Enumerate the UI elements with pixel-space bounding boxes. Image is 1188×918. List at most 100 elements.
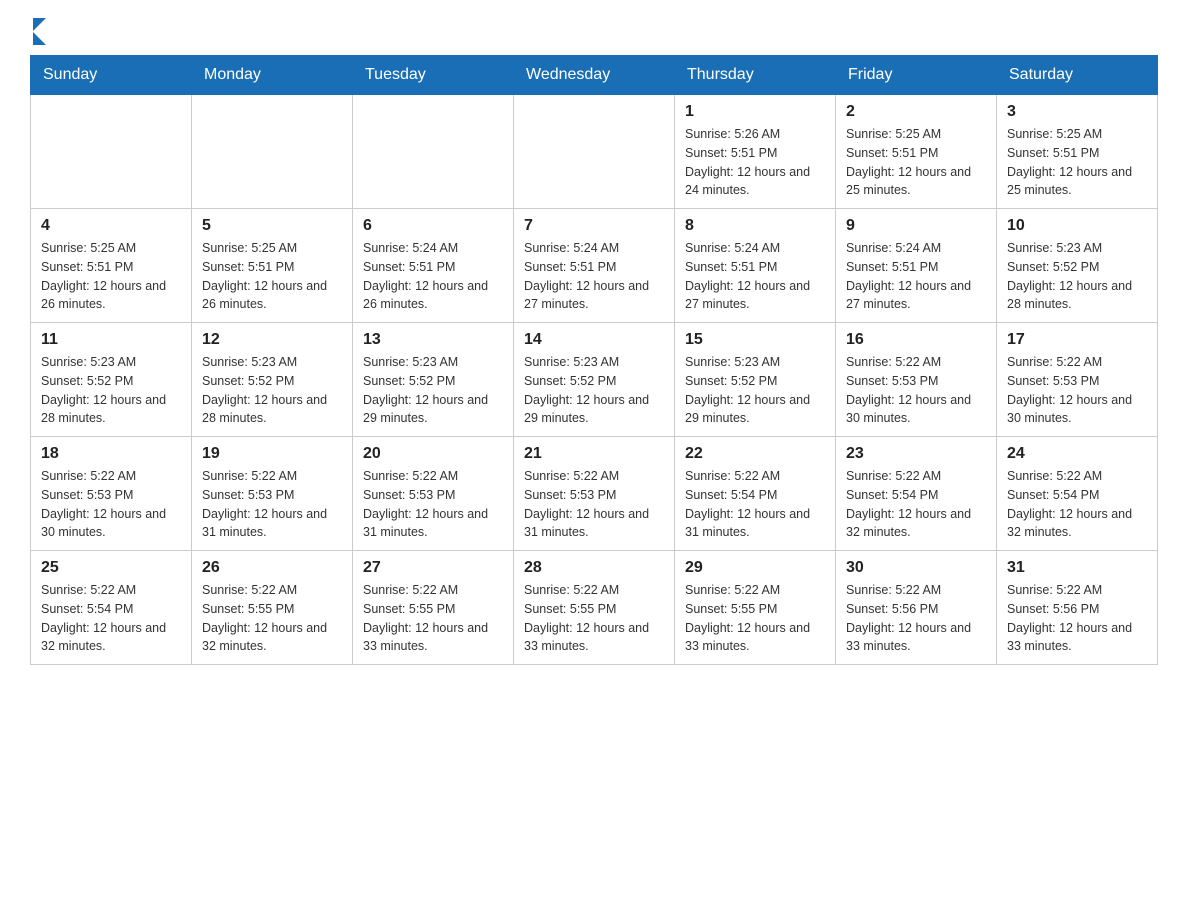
day-info: Sunrise: 5:22 AM Sunset: 5:55 PM Dayligh…: [363, 581, 503, 656]
day-info: Sunrise: 5:25 AM Sunset: 5:51 PM Dayligh…: [1007, 125, 1147, 200]
day-info: Sunrise: 5:22 AM Sunset: 5:54 PM Dayligh…: [41, 581, 181, 656]
calendar-cell: 8 Sunrise: 5:24 AM Sunset: 5:51 PM Daylig…: [675, 209, 836, 323]
day-number: 9: [846, 217, 986, 235]
day-number: 2: [846, 103, 986, 121]
day-info: Sunrise: 5:24 AM Sunset: 5:51 PM Dayligh…: [685, 239, 825, 314]
page-header: [30, 20, 1158, 45]
day-number: 5: [202, 217, 342, 235]
calendar-cell: 23 Sunrise: 5:22 AM Sunset: 5:54 PM Dayli…: [836, 437, 997, 551]
calendar-cell: 15 Sunrise: 5:23 AM Sunset: 5:52 PM Dayli…: [675, 323, 836, 437]
day-info: Sunrise: 5:22 AM Sunset: 5:53 PM Dayligh…: [41, 467, 181, 542]
day-info: Sunrise: 5:22 AM Sunset: 5:55 PM Dayligh…: [685, 581, 825, 656]
day-number: 29: [685, 559, 825, 577]
day-number: 24: [1007, 445, 1147, 463]
day-info: Sunrise: 5:22 AM Sunset: 5:54 PM Dayligh…: [846, 467, 986, 542]
calendar-body: 1Sunrise: 5:26 AM Sunset: 5:51 PM Daylig…: [31, 95, 1158, 665]
day-number: 31: [1007, 559, 1147, 577]
day-number: 11: [41, 331, 181, 349]
calendar-cell: 11 Sunrise: 5:23 AM Sunset: 5:52 PM Dayli…: [31, 323, 192, 437]
day-of-week-header: Friday: [836, 56, 997, 95]
calendar-cell: 2 Sunrise: 5:25 AM Sunset: 5:51 PM Daylig…: [836, 95, 997, 209]
day-number: 3: [1007, 103, 1147, 121]
day-info: Sunrise: 5:25 AM Sunset: 5:51 PM Dayligh…: [41, 239, 181, 314]
calendar-cell: 1Sunrise: 5:26 AM Sunset: 5:51 PM Daylig…: [675, 95, 836, 209]
calendar-cell: [192, 95, 353, 209]
day-number: 8: [685, 217, 825, 235]
days-of-week-row: SundayMondayTuesdayWednesdayThursdayFrid…: [31, 56, 1158, 95]
day-number: 13: [363, 331, 503, 349]
day-info: Sunrise: 5:22 AM Sunset: 5:53 PM Dayligh…: [524, 467, 664, 542]
day-info: Sunrise: 5:24 AM Sunset: 5:51 PM Dayligh…: [846, 239, 986, 314]
calendar-cell: 10Sunrise: 5:23 AM Sunset: 5:52 PM Dayli…: [997, 209, 1158, 323]
calendar-cell: 4 Sunrise: 5:25 AM Sunset: 5:51 PM Daylig…: [31, 209, 192, 323]
calendar-cell: 24 Sunrise: 5:22 AM Sunset: 5:54 PM Dayli…: [997, 437, 1158, 551]
day-info: Sunrise: 5:22 AM Sunset: 5:54 PM Dayligh…: [1007, 467, 1147, 542]
calendar-cell: 21 Sunrise: 5:22 AM Sunset: 5:53 PM Dayli…: [514, 437, 675, 551]
day-number: 4: [41, 217, 181, 235]
day-info: Sunrise: 5:23 AM Sunset: 5:52 PM Dayligh…: [685, 353, 825, 428]
day-number: 23: [846, 445, 986, 463]
calendar-cell: 14 Sunrise: 5:23 AM Sunset: 5:52 PM Dayli…: [514, 323, 675, 437]
calendar-cell: 7 Sunrise: 5:24 AM Sunset: 5:51 PM Daylig…: [514, 209, 675, 323]
day-info: Sunrise: 5:22 AM Sunset: 5:53 PM Dayligh…: [202, 467, 342, 542]
day-info: Sunrise: 5:25 AM Sunset: 5:51 PM Dayligh…: [846, 125, 986, 200]
day-info: Sunrise: 5:23 AM Sunset: 5:52 PM Dayligh…: [363, 353, 503, 428]
day-info: Sunrise: 5:22 AM Sunset: 5:53 PM Dayligh…: [1007, 353, 1147, 428]
logo: [30, 20, 46, 45]
day-info: Sunrise: 5:22 AM Sunset: 5:53 PM Dayligh…: [846, 353, 986, 428]
day-number: 27: [363, 559, 503, 577]
day-number: 30: [846, 559, 986, 577]
calendar-cell: [31, 95, 192, 209]
day-info: Sunrise: 5:23 AM Sunset: 5:52 PM Dayligh…: [202, 353, 342, 428]
day-number: 28: [524, 559, 664, 577]
calendar-cell: 19Sunrise: 5:22 AM Sunset: 5:53 PM Dayli…: [192, 437, 353, 551]
calendar-cell: 9 Sunrise: 5:24 AM Sunset: 5:51 PM Daylig…: [836, 209, 997, 323]
day-info: Sunrise: 5:25 AM Sunset: 5:51 PM Dayligh…: [202, 239, 342, 314]
day-number: 25: [41, 559, 181, 577]
calendar-week-row: 18Sunrise: 5:22 AM Sunset: 5:53 PM Dayli…: [31, 437, 1158, 551]
calendar-cell: 29 Sunrise: 5:22 AM Sunset: 5:55 PM Dayli…: [675, 551, 836, 665]
calendar-week-row: 25 Sunrise: 5:22 AM Sunset: 5:54 PM Dayli…: [31, 551, 1158, 665]
day-of-week-header: Wednesday: [514, 56, 675, 95]
calendar-week-row: 11 Sunrise: 5:23 AM Sunset: 5:52 PM Dayli…: [31, 323, 1158, 437]
day-number: 14: [524, 331, 664, 349]
calendar-cell: [353, 95, 514, 209]
day-of-week-header: Saturday: [997, 56, 1158, 95]
day-number: 20: [363, 445, 503, 463]
calendar-cell: 27 Sunrise: 5:22 AM Sunset: 5:55 PM Dayli…: [353, 551, 514, 665]
day-info: Sunrise: 5:23 AM Sunset: 5:52 PM Dayligh…: [1007, 239, 1147, 314]
calendar-cell: 12Sunrise: 5:23 AM Sunset: 5:52 PM Dayli…: [192, 323, 353, 437]
day-info: Sunrise: 5:26 AM Sunset: 5:51 PM Dayligh…: [685, 125, 825, 200]
day-number: 21: [524, 445, 664, 463]
day-info: Sunrise: 5:22 AM Sunset: 5:53 PM Dayligh…: [363, 467, 503, 542]
day-info: Sunrise: 5:22 AM Sunset: 5:56 PM Dayligh…: [846, 581, 986, 656]
calendar-week-row: 1Sunrise: 5:26 AM Sunset: 5:51 PM Daylig…: [31, 95, 1158, 209]
day-number: 17: [1007, 331, 1147, 349]
day-info: Sunrise: 5:22 AM Sunset: 5:55 PM Dayligh…: [524, 581, 664, 656]
calendar-cell: 5 Sunrise: 5:25 AM Sunset: 5:51 PM Daylig…: [192, 209, 353, 323]
day-number: 6: [363, 217, 503, 235]
day-info: Sunrise: 5:23 AM Sunset: 5:52 PM Dayligh…: [524, 353, 664, 428]
day-number: 15: [685, 331, 825, 349]
calendar-cell: 3 Sunrise: 5:25 AM Sunset: 5:51 PM Daylig…: [997, 95, 1158, 209]
day-info: Sunrise: 5:22 AM Sunset: 5:54 PM Dayligh…: [685, 467, 825, 542]
day-info: Sunrise: 5:24 AM Sunset: 5:51 PM Dayligh…: [524, 239, 664, 314]
day-number: 26: [202, 559, 342, 577]
day-number: 7: [524, 217, 664, 235]
day-info: Sunrise: 5:24 AM Sunset: 5:51 PM Dayligh…: [363, 239, 503, 314]
day-number: 16: [846, 331, 986, 349]
calendar-cell: 31 Sunrise: 5:22 AM Sunset: 5:56 PM Dayli…: [997, 551, 1158, 665]
calendar-cell: 13 Sunrise: 5:23 AM Sunset: 5:52 PM Dayli…: [353, 323, 514, 437]
day-info: Sunrise: 5:22 AM Sunset: 5:55 PM Dayligh…: [202, 581, 342, 656]
calendar-cell: 25 Sunrise: 5:22 AM Sunset: 5:54 PM Dayli…: [31, 551, 192, 665]
day-info: Sunrise: 5:22 AM Sunset: 5:56 PM Dayligh…: [1007, 581, 1147, 656]
day-of-week-header: Thursday: [675, 56, 836, 95]
calendar-cell: 30 Sunrise: 5:22 AM Sunset: 5:56 PM Dayli…: [836, 551, 997, 665]
day-number: 22: [685, 445, 825, 463]
day-info: Sunrise: 5:23 AM Sunset: 5:52 PM Dayligh…: [41, 353, 181, 428]
day-of-week-header: Tuesday: [353, 56, 514, 95]
calendar-cell: 17 Sunrise: 5:22 AM Sunset: 5:53 PM Dayli…: [997, 323, 1158, 437]
calendar-cell: 20 Sunrise: 5:22 AM Sunset: 5:53 PM Dayli…: [353, 437, 514, 551]
calendar-table: SundayMondayTuesdayWednesdayThursdayFrid…: [30, 55, 1158, 665]
calendar-cell: 16 Sunrise: 5:22 AM Sunset: 5:53 PM Dayli…: [836, 323, 997, 437]
